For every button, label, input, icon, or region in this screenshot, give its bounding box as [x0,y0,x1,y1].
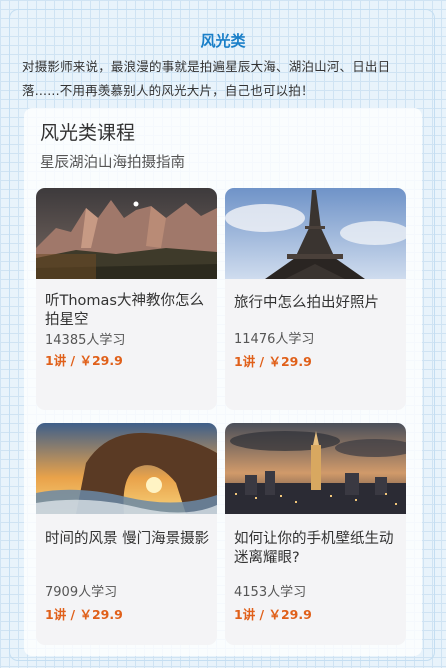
city-skyline-dusk-photo [225,423,406,514]
learner-count: 4153人学习 [234,585,307,600]
eiffel-tower-photo [225,188,406,279]
course-price: 1讲 / ￥29.9 [234,354,312,369]
mountain-night-photo [36,188,217,279]
learner-count: 14385人学习 [45,333,126,348]
section-title: 风光类 [200,32,246,50]
section-intro: 对摄影师来说，最浪漫的事就是拍遍星辰大海、湖泊山河、日出日落......不用再羡… [22,59,391,98]
course-card[interactable]: 时间的风景 慢门海景摄影 7909人学习 1讲 / ￥29.9 [36,423,217,645]
course-title: 时间的风景 慢门海景摄影 [45,531,210,547]
course-card[interactable]: 听Thomas大神教你怎么拍星空 14385人学习 1讲 / ￥29.9 [36,188,217,410]
sea-arch-sunset-photo [36,423,217,514]
course-price: 1讲 / ￥29.9 [45,607,123,622]
learner-count: 7909人学习 [45,585,118,600]
course-price: 1讲 / ￥29.9 [45,353,123,368]
course-title: 如何让你的手机壁纸生动迷离耀眼? [234,531,394,566]
course-card[interactable]: 旅行中怎么拍出好照片 11476人学习 1讲 / ￥29.9 [225,188,406,410]
course-card[interactable]: 如何让你的手机壁纸生动迷离耀眼? 4153人学习 1讲 / ￥29.9 [225,423,406,645]
course-price: 1讲 / ￥29.9 [234,607,312,622]
course-title: 旅行中怎么拍出好照片 [234,295,379,311]
course-title: 听Thomas大神教你怎么拍星空 [45,293,204,328]
courses-heading: 风光类课程 [40,122,136,144]
courses-subheading: 星辰湖泊山海拍摄指南 [40,155,185,171]
learner-count: 11476人学习 [234,332,315,347]
